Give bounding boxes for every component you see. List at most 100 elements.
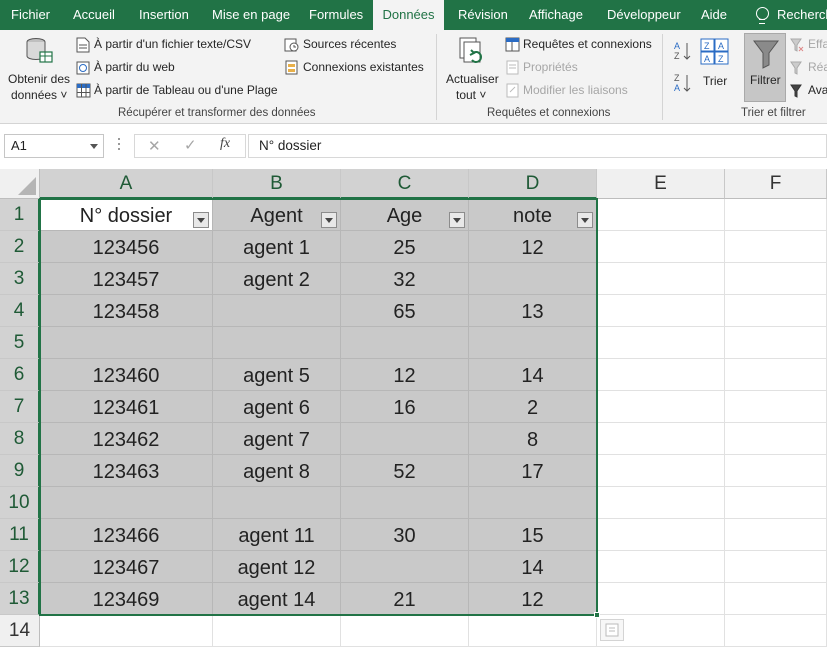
table-cell-c4[interactable]: 65 [341, 295, 469, 327]
table-cell-d3[interactable] [469, 263, 597, 295]
table-cell-a4[interactable]: 123458 [40, 295, 213, 327]
row-header-2[interactable]: 2 [0, 231, 40, 263]
tab-page-layout[interactable]: Mise en page [212, 0, 290, 30]
table-cell-b2[interactable]: agent 1 [213, 231, 341, 263]
empty-cell-f13[interactable] [725, 583, 827, 615]
empty-cell-e6[interactable] [597, 359, 725, 391]
table-cell-b4[interactable] [213, 295, 341, 327]
table-cell-b13[interactable]: agent 14 [213, 583, 341, 615]
empty-cell-e7[interactable] [597, 391, 725, 423]
table-cell-a12[interactable]: 123467 [40, 551, 213, 583]
edit-links-button[interactable]: Modifier les liaisons [505, 82, 645, 100]
row-header-10[interactable]: 10 [0, 487, 40, 519]
table-cell-c12[interactable] [341, 551, 469, 583]
table-cell-c7[interactable]: 16 [341, 391, 469, 423]
tab-data[interactable]: Données [373, 0, 444, 30]
table-cell-a13[interactable]: 123469 [40, 583, 213, 615]
empty-cell-f8[interactable] [725, 423, 827, 455]
table-cell-d7[interactable]: 2 [469, 391, 597, 423]
table-cell-d4[interactable]: 13 [469, 295, 597, 327]
table-cell-c5[interactable] [341, 327, 469, 359]
table-cell-d8[interactable]: 8 [469, 423, 597, 455]
table-cell-d9[interactable]: 17 [469, 455, 597, 487]
sort-button[interactable]: ZAAZ Trier [697, 36, 733, 96]
column-header-f[interactable]: F [725, 169, 827, 199]
table-cell-a9[interactable]: 123463 [40, 455, 213, 487]
table-cell-b6[interactable]: agent 5 [213, 359, 341, 391]
empty-cell-f9[interactable] [725, 455, 827, 487]
name-box[interactable]: A1 [4, 134, 104, 158]
formula-input[interactable]: N° dossier [248, 134, 827, 158]
empty-cell-c14[interactable] [341, 615, 469, 647]
table-header-cell-a1[interactable]: N° dossier [40, 199, 213, 231]
row-header-1[interactable]: 1 [0, 199, 40, 231]
empty-cell-b14[interactable] [213, 615, 341, 647]
table-cell-d10[interactable] [469, 487, 597, 519]
table-header-cell-c1[interactable]: Age [341, 199, 469, 231]
reapply-button[interactable]: Réa [790, 59, 827, 77]
row-header-11[interactable]: 11 [0, 519, 40, 551]
empty-cell-e12[interactable] [597, 551, 725, 583]
tab-home[interactable]: Accueil [73, 0, 115, 30]
formula-bar-grip-icon[interactable] [118, 138, 121, 154]
empty-cell-f1[interactable] [725, 199, 827, 231]
from-text-csv-button[interactable]: À partir d'un fichier texte/CSV [76, 36, 276, 54]
worksheet-grid[interactable]: ABCDEF 1 2 3 4 5 6 7 8 9 10 11 12 13 14 N° dossier Age… [0, 169, 827, 651]
table-cell-a7[interactable]: 123461 [40, 391, 213, 423]
row-header-9[interactable]: 9 [0, 455, 40, 487]
tab-insert[interactable]: Insertion [139, 0, 189, 30]
select-all-button[interactable] [0, 169, 40, 199]
column-header-b[interactable]: B [213, 169, 341, 199]
empty-cell-e10[interactable] [597, 487, 725, 519]
row-header-6[interactable]: 6 [0, 359, 40, 391]
table-cell-a2[interactable]: 123456 [40, 231, 213, 263]
table-header-cell-d1[interactable]: note [469, 199, 597, 231]
tab-formulas[interactable]: Formules [309, 0, 363, 30]
table-cell-c10[interactable] [341, 487, 469, 519]
row-header-12[interactable]: 12 [0, 551, 40, 583]
queries-connections-button[interactable]: Requêtes et connexions [505, 36, 655, 54]
row-header-7[interactable]: 7 [0, 391, 40, 423]
column-header-e[interactable]: E [597, 169, 725, 199]
sort-ascending-button[interactable]: AZ [674, 40, 692, 62]
from-table-range-button[interactable]: À partir de Tableau ou d'une Plage [76, 82, 286, 100]
get-data-button[interactable]: Obtenir des données ˅ [4, 34, 72, 104]
table-cell-b7[interactable]: agent 6 [213, 391, 341, 423]
refresh-all-button[interactable]: Actualiser tout ˅ [442, 34, 502, 104]
table-cell-d13[interactable]: 12 [469, 583, 597, 615]
table-cell-b8[interactable]: agent 7 [213, 423, 341, 455]
empty-cell-e13[interactable] [597, 583, 725, 615]
column-header-c[interactable]: C [341, 169, 469, 199]
table-cell-b5[interactable] [213, 327, 341, 359]
table-cell-c13[interactable]: 21 [341, 583, 469, 615]
table-cell-b9[interactable]: agent 8 [213, 455, 341, 487]
existing-connections-button[interactable]: Connexions existantes [284, 59, 429, 77]
empty-cell-f6[interactable] [725, 359, 827, 391]
table-cell-d2[interactable]: 12 [469, 231, 597, 263]
empty-cell-e2[interactable] [597, 231, 725, 263]
empty-cell-e3[interactable] [597, 263, 725, 295]
advanced-filter-button[interactable]: Ava [790, 82, 827, 100]
table-cell-a5[interactable] [40, 327, 213, 359]
table-cell-c2[interactable]: 25 [341, 231, 469, 263]
table-cell-c6[interactable]: 12 [341, 359, 469, 391]
table-header-cell-b1[interactable]: Agent [213, 199, 341, 231]
tab-review[interactable]: Révision [458, 0, 508, 30]
empty-cell-f5[interactable] [725, 327, 827, 359]
empty-cell-e1[interactable] [597, 199, 725, 231]
table-cell-d5[interactable] [469, 327, 597, 359]
table-cell-a3[interactable]: 123457 [40, 263, 213, 295]
row-header-13[interactable]: 13 [0, 583, 40, 615]
tell-me-search[interactable]: Recherch [755, 0, 827, 30]
empty-cell-a14[interactable] [40, 615, 213, 647]
empty-cell-f10[interactable] [725, 487, 827, 519]
empty-cell-e9[interactable] [597, 455, 725, 487]
table-cell-d12[interactable]: 14 [469, 551, 597, 583]
filter-dropdown-icon[interactable] [449, 212, 465, 228]
empty-cell-f3[interactable] [725, 263, 827, 295]
tab-help[interactable]: Aide [701, 0, 727, 30]
table-cell-b11[interactable]: agent 11 [213, 519, 341, 551]
column-header-a[interactable]: A [40, 169, 213, 199]
table-cell-b12[interactable]: agent 12 [213, 551, 341, 583]
table-cell-c3[interactable]: 32 [341, 263, 469, 295]
